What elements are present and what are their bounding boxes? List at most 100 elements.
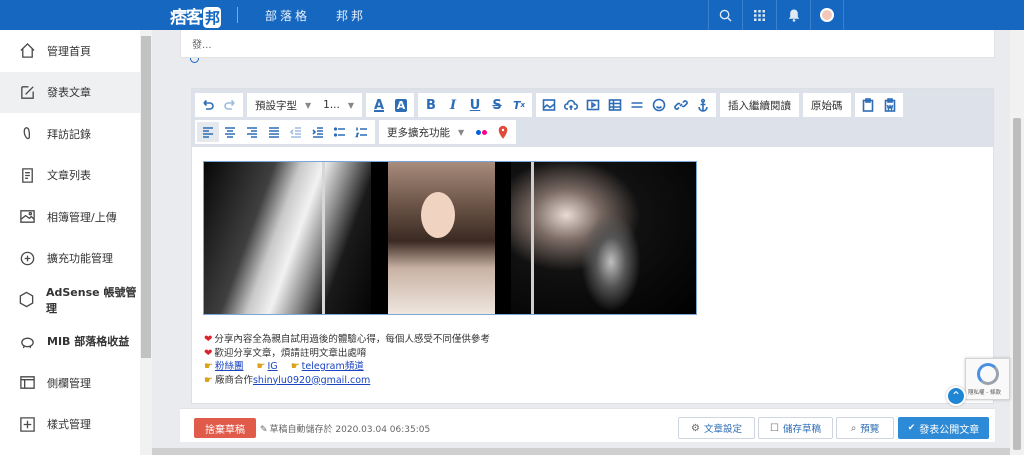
flickr-icon[interactable]	[470, 122, 492, 142]
logo[interactable]: 痞客邦	[170, 3, 222, 28]
post-image[interactable]	[203, 161, 697, 315]
post-settings-button[interactable]: ⚙ 文章設定	[678, 417, 755, 439]
sidebar-item-new-post[interactable]: 發表文章	[0, 71, 140, 113]
recaptcha-badge[interactable]: 隱私權 - 條款	[965, 358, 1010, 400]
sidebar-item-label: 樣式管理	[47, 418, 91, 432]
info-icon	[190, 58, 199, 63]
sidebar: 管理首頁 發表文章 拜訪記錄 文章列表 相簿管理/上傳 擴充功能管理 AdSen…	[0, 30, 140, 455]
align-center-icon[interactable]	[219, 122, 241, 142]
emoji-icon[interactable]	[648, 95, 670, 115]
paste-word-icon[interactable]	[879, 95, 901, 115]
link-telegram[interactable]: telegram頻道	[302, 361, 364, 372]
sidebar-item-theme[interactable]: 樣式管理	[0, 404, 140, 446]
link-icon[interactable]	[670, 95, 692, 115]
outdent-icon[interactable]	[285, 122, 307, 142]
apps-grid-icon[interactable]	[742, 0, 776, 30]
divider	[237, 7, 238, 23]
paste-icon[interactable]	[857, 95, 879, 115]
insert-read-more-button[interactable]: 插入繼續閱讀	[722, 95, 797, 115]
gear-icon: ⚙	[691, 422, 700, 434]
redo-icon[interactable]	[219, 95, 241, 115]
footprint-icon	[18, 125, 36, 143]
align-right-icon[interactable]	[241, 122, 263, 142]
preview-button[interactable]: ⌕ 預覽	[836, 417, 894, 439]
anchor-icon[interactable]	[692, 95, 714, 115]
heart-icon: ❤	[204, 334, 213, 345]
font-size-select[interactable]: 1... ▼	[317, 95, 360, 115]
font-family-select[interactable]: 預設字型 ▼	[249, 95, 317, 115]
insert-image-icon[interactable]	[538, 95, 560, 115]
numbered-list-icon[interactable]	[351, 122, 373, 142]
underline-icon[interactable]: U	[464, 95, 486, 115]
summary-field[interactable]: 發...	[180, 30, 995, 58]
sidebar-item-label: 擴充功能管理	[47, 252, 113, 266]
strikethrough-icon[interactable]: S	[486, 95, 508, 115]
avatar[interactable]	[810, 0, 844, 30]
discard-draft-button[interactable]: 捨棄草稿	[194, 418, 256, 438]
page-scrollbar[interactable]	[1010, 30, 1024, 455]
italic-icon[interactable]: I	[442, 95, 464, 115]
sidebar-item-label: 發表文章	[47, 86, 91, 100]
link-email[interactable]: shinylu0920@gmail.com	[253, 375, 370, 386]
background-color-icon[interactable]: A	[390, 95, 412, 115]
bell-icon[interactable]	[776, 0, 810, 30]
more-extensions-select[interactable]: 更多擴充功能 ▼	[381, 122, 470, 142]
insert-table-icon[interactable]	[604, 95, 626, 115]
horizontal-rule-icon[interactable]	[626, 95, 648, 115]
sidebar-item-label: 拜訪記錄	[47, 127, 91, 141]
top-bar: 痞客邦 部落格 邦邦	[0, 0, 1024, 30]
sidebar-layout-icon	[18, 374, 36, 392]
sidebar-scrollbar[interactable]	[140, 30, 152, 455]
puzzle-icon	[18, 249, 36, 267]
home-icon	[18, 42, 36, 60]
source-code-button[interactable]: 原始碼	[805, 95, 849, 115]
link-ig[interactable]: IG	[267, 361, 277, 372]
editor-content[interactable]: ❤ 分享內容全為親自試用過後的體驗心得，每個人感受不同僅供參考 ❤ 歡迎分享文章，煩…	[192, 147, 993, 403]
hint-line	[190, 58, 995, 64]
bold-icon[interactable]: B	[420, 95, 442, 115]
undo-icon[interactable]	[197, 95, 219, 115]
sidebar-item-album[interactable]: 相簿管理/上傳	[0, 196, 140, 238]
scroll-to-top-button[interactable]: ⌃	[946, 386, 966, 406]
save-draft-button[interactable]: ☐ 儲存草稿	[758, 417, 833, 439]
insert-video-icon[interactable]	[582, 95, 604, 115]
clear-format-icon[interactable]: Tx	[508, 95, 530, 115]
nav-blog[interactable]: 部落格	[265, 7, 310, 24]
sidebar-item-label: 相簿管理/上傳	[47, 210, 117, 224]
sidebar-item-adsense[interactable]: AdSense 帳號管理	[0, 279, 140, 321]
horizontal-scrollbar[interactable]	[152, 448, 1010, 455]
indent-icon[interactable]	[307, 122, 329, 142]
signature-block: ❤ 分享內容全為親自試用過後的體驗心得，每個人感受不同僅供參考 ❤ 歡迎分享文章，煩…	[204, 333, 490, 387]
font-color-icon[interactable]: A	[368, 95, 390, 115]
search-icon[interactable]	[708, 0, 742, 30]
sidebar-item-post-list[interactable]: 文章列表	[0, 155, 140, 197]
align-justify-icon[interactable]	[263, 122, 285, 142]
map-pin-icon[interactable]	[492, 122, 514, 142]
recaptcha-icon	[977, 363, 999, 385]
heart-icon: ❤	[204, 347, 213, 359]
sidebar-item-label: MIB 部落格收益	[47, 335, 130, 349]
sidebar-item-dashboard[interactable]: 管理首頁	[0, 30, 140, 72]
pointing-hand-icon: ☛	[204, 361, 213, 372]
photo-pole-dancer-smoke	[511, 162, 696, 314]
draft-icon: ☐	[770, 422, 779, 434]
check-icon: ✔	[907, 423, 916, 433]
nav-bangbang[interactable]: 邦邦	[336, 7, 366, 24]
document-list-icon	[18, 166, 36, 184]
link-fanpage[interactable]: 粉絲團	[215, 361, 244, 372]
sidebar-item-extensions[interactable]: 擴充功能管理	[0, 238, 140, 280]
sidebar-item-widgets[interactable]: 側欄管理	[0, 362, 140, 404]
align-left-icon[interactable]	[197, 122, 219, 142]
publish-button[interactable]: ✔ 發表公開文章	[898, 417, 989, 439]
content-line: ❤ 歡迎分享文章，煩請註明文章出處唷	[204, 347, 367, 359]
plus-box-icon	[18, 415, 36, 433]
bullet-list-icon[interactable]	[329, 122, 351, 142]
sidebar-item-mib[interactable]: MIB 部落格收益	[0, 321, 140, 363]
piggy-bank-icon	[18, 332, 36, 350]
sidebar-item-visits[interactable]: 拜訪記錄	[0, 113, 140, 155]
editor-toolbar: 預設字型 ▼ 1... ▼ A A B I U S Tx 插入繼續閱讀 原始碼 …	[192, 89, 993, 147]
upload-cloud-icon[interactable]	[560, 95, 582, 115]
pointing-hand-icon: ☛	[256, 361, 266, 372]
content-line: ❤ 分享內容全為親自試用過後的體驗心得，每個人感受不同僅供參考	[204, 334, 490, 345]
sidebar-item-label: 文章列表	[47, 169, 91, 183]
